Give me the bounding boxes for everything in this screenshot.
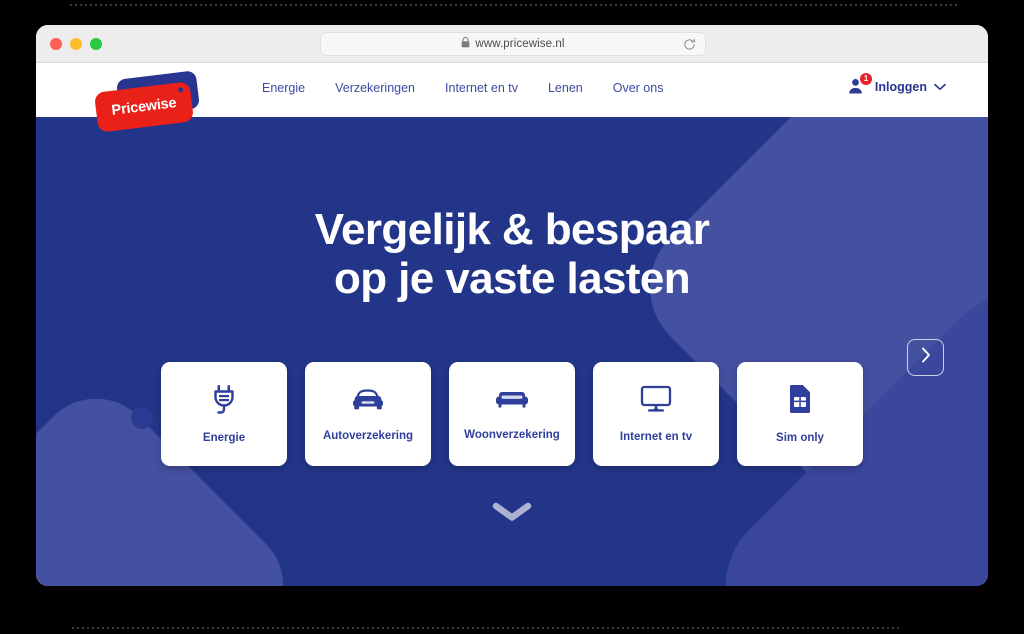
lock-icon: [461, 35, 470, 53]
hero-title-line-2: op je vaste lasten: [333, 254, 691, 304]
scan-artifact-top: [70, 4, 960, 6]
browser-titlebar: www.pricewise.nl: [36, 25, 988, 63]
nav-links: Energie Verzekeringen Internet en tv Len…: [262, 81, 663, 95]
power-plug-icon: [210, 384, 238, 419]
window-controls: [50, 38, 102, 50]
car-icon: [351, 386, 385, 417]
pricewise-logo[interactable]: Pricewise: [88, 67, 201, 133]
page-title: Vergelijk & bespaar op je vaste lasten: [36, 117, 988, 304]
monitor-icon: [640, 385, 672, 418]
sim-card-icon: [788, 384, 812, 419]
logo-shape-front: Pricewise: [93, 81, 195, 133]
card-label-woonverzekering: Woonverzekering: [464, 428, 560, 441]
browser-window: www.pricewise.nl Pricewise Energie Verze…: [36, 25, 988, 586]
hero-section: Vergelijk & bespaar op je vaste lasten E…: [36, 117, 988, 586]
reload-icon[interactable]: [683, 38, 696, 56]
logo-dot: [177, 87, 184, 93]
site-navbar: Pricewise Energie Verzekeringen Internet…: [36, 63, 988, 133]
url-text: www.pricewise.nl: [475, 38, 565, 50]
login-label: Inloggen: [874, 80, 927, 94]
notification-badge: 1: [859, 73, 872, 85]
card-label-sim-only: Sim only: [776, 431, 824, 444]
logo-text: Pricewise: [110, 95, 178, 119]
nav-item-over-ons[interactable]: Over ons: [613, 81, 664, 95]
carousel-next-button[interactable]: [907, 339, 944, 376]
card-woonverzekering[interactable]: Woonverzekering: [449, 361, 575, 466]
address-bar-content: www.pricewise.nl: [461, 35, 564, 53]
scan-artifact-bottom: [72, 627, 902, 629]
card-label-autoverzekering: Autoverzekering: [322, 429, 414, 442]
hero-title-line-1: Vergelijk & bespaar: [314, 205, 710, 254]
nav-item-verzekeringen[interactable]: Verzekeringen: [335, 81, 415, 95]
avatar: 1: [848, 73, 872, 97]
chevron-down-icon: [934, 78, 946, 96]
nav-item-energie[interactable]: Energie: [262, 81, 305, 95]
screenshot-root: www.pricewise.nl Pricewise Energie Verze…: [0, 0, 1024, 634]
card-label-internet-en-tv: Internet en tv: [619, 430, 693, 443]
minimize-button[interactable]: [70, 38, 82, 50]
card-label-energie: Energie: [202, 431, 246, 444]
card-energie[interactable]: Energie: [161, 361, 287, 466]
card-internet-en-tv[interactable]: Internet en tv: [593, 361, 719, 466]
card-autoverzekering[interactable]: Autoverzekering: [305, 361, 431, 466]
sofa-icon: [495, 387, 529, 416]
category-cards: Energie Autoverzekering Woonverzekering …: [36, 361, 988, 466]
login-button[interactable]: 1 Inloggen: [848, 73, 946, 97]
nav-item-internet-en-tv[interactable]: Internet en tv: [445, 81, 518, 95]
close-button[interactable]: [50, 38, 62, 50]
maximize-button[interactable]: [90, 38, 102, 50]
chevron-right-icon: [921, 347, 931, 368]
scroll-down-button[interactable]: [36, 502, 988, 527]
chevron-down-icon: [492, 502, 532, 527]
nav-item-lenen[interactable]: Lenen: [548, 81, 583, 95]
card-sim-only[interactable]: Sim only: [737, 361, 863, 466]
website-viewport: Pricewise Energie Verzekeringen Internet…: [36, 63, 988, 586]
address-bar[interactable]: www.pricewise.nl: [320, 32, 706, 56]
